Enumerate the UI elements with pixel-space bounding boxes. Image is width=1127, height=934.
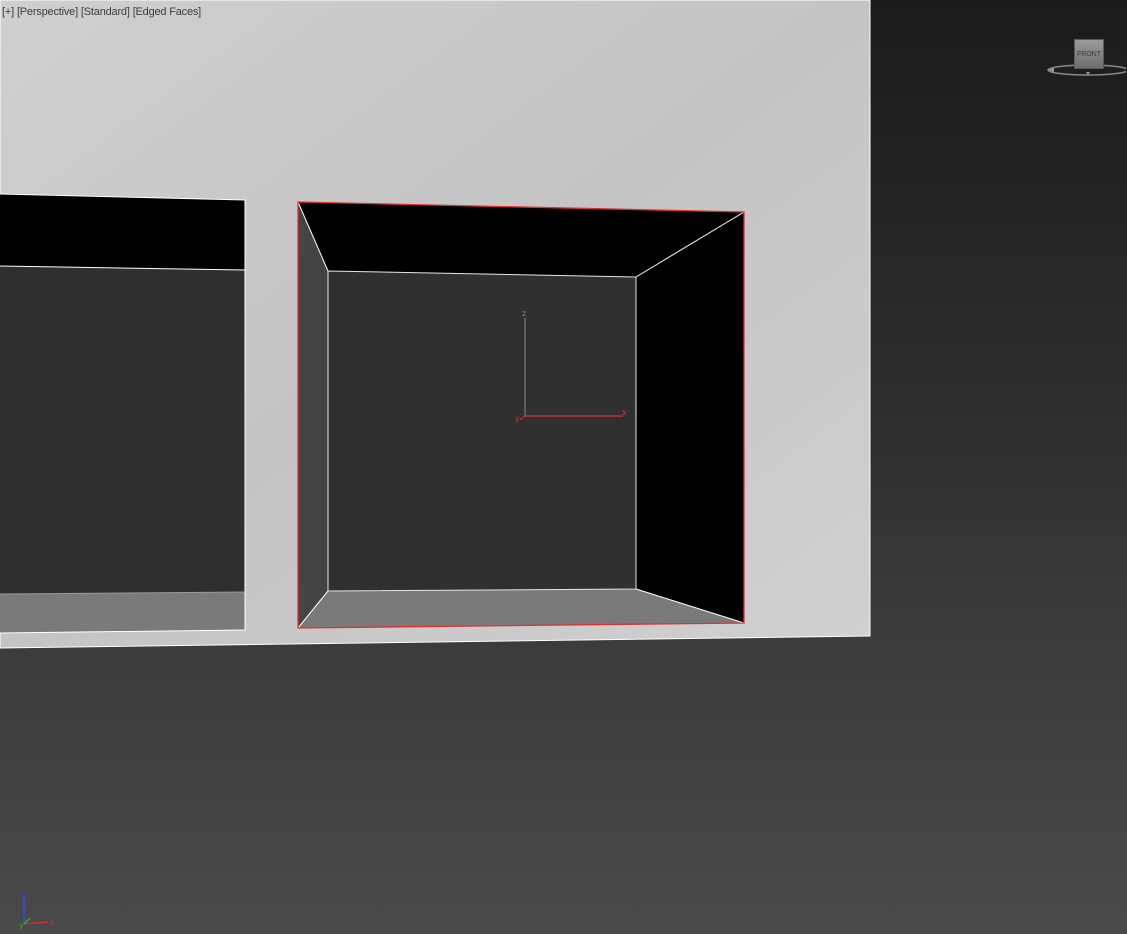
viewport-view-menu[interactable]: [Perspective] <box>17 6 78 22</box>
world-axis-tripod: z x y <box>19 890 54 930</box>
gizmo-x-label: x <box>622 408 627 417</box>
viewcube[interactable]: FRONT <box>1046 36 1126 80</box>
world-y-label: y <box>19 921 24 930</box>
scene-canvas[interactable]: z x y <box>0 0 1127 934</box>
left-opening-floor-face <box>0 592 245 633</box>
viewport-general-menu[interactable]: [+] <box>2 6 14 22</box>
world-z-label: z <box>22 890 26 899</box>
selected-window-opening[interactable] <box>297 201 745 629</box>
viewport-label-menu: [+] [Perspective] [Standard] [Edged Face… <box>2 6 201 22</box>
viewport-shading-style-menu[interactable]: [Standard] <box>81 6 130 22</box>
selected-opening-left-face <box>298 202 328 628</box>
world-x-label: x <box>49 918 54 927</box>
viewport-display-mode-menu[interactable]: [Edged Faces] <box>133 6 202 22</box>
selected-opening-back-face <box>328 271 636 591</box>
viewcube-front-face[interactable]: FRONT <box>1074 39 1104 69</box>
viewport-perspective[interactable]: [+] [Perspective] [Standard] [Edged Face… <box>0 0 1127 934</box>
left-opening-back-face <box>0 266 245 594</box>
left-window-opening[interactable] <box>0 193 246 634</box>
world-x-axis <box>23 921 49 925</box>
left-opening-top-face <box>0 194 245 270</box>
selected-opening-right-face <box>636 212 744 623</box>
gizmo-z-label: z <box>522 309 526 318</box>
gizmo-y-label: y <box>515 414 520 423</box>
